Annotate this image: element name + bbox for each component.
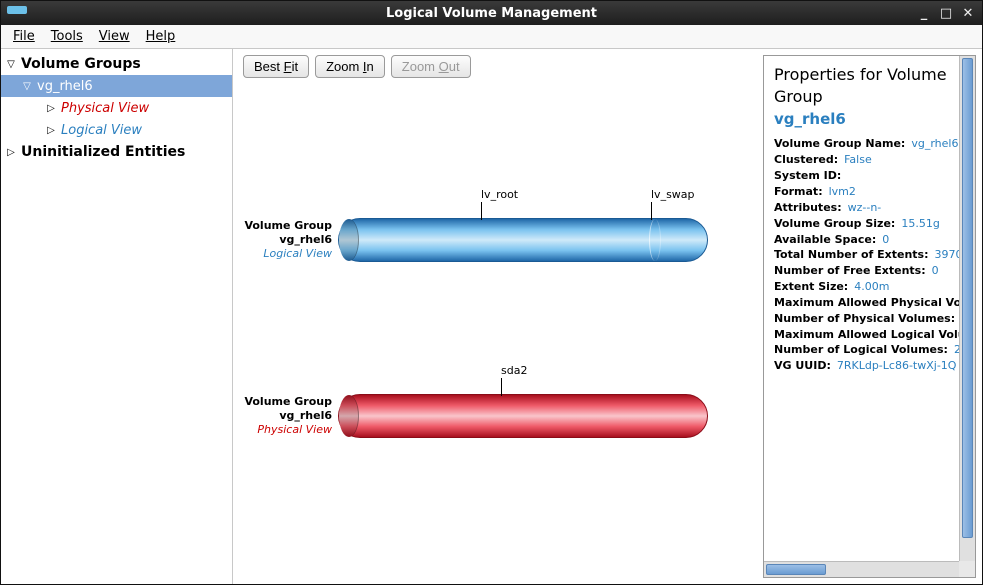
sidebar-tree: ▽ Volume Groups ▽ vg_rhel6 ▷ Physical Vi…: [1, 49, 233, 584]
segment-divider: [649, 219, 661, 261]
chevron-down-icon: ▽: [21, 80, 33, 92]
segment-label-sda2: sda2: [501, 364, 527, 377]
properties-panel: Properties for Volume Group vg_rhel6 Vol…: [763, 55, 976, 578]
properties-heading: Properties for Volume Group: [774, 64, 967, 107]
tree-physical-view[interactable]: ▷ Physical View: [1, 97, 232, 119]
prop-row: Available Space:0: [774, 233, 967, 248]
cylinder-physical[interactable]: [338, 394, 708, 438]
menu-view[interactable]: View: [93, 27, 136, 46]
best-fit-button[interactable]: Best Fit: [243, 55, 309, 78]
prop-row: Maximum Allowed Logical Volumes:: [774, 328, 967, 343]
cylinder-cap-icon: [339, 219, 359, 261]
vg-physical-label: Volume Group vg_rhel6 Physical View: [243, 395, 338, 438]
prop-row: Clustered:False: [774, 153, 967, 168]
tree-label: Volume Groups: [21, 56, 141, 72]
menubar: File Tools View Help: [1, 25, 982, 49]
menu-help[interactable]: Help: [140, 27, 182, 46]
window-titlebar: Logical Volume Management _ □ ✕: [1, 1, 982, 25]
horizontal-scrollbar[interactable]: [764, 561, 959, 577]
prop-row: Maximum Allowed Physical Volumes:: [774, 296, 967, 311]
chevron-right-icon: ▷: [45, 102, 57, 114]
chevron-right-icon: ▷: [45, 124, 57, 136]
tree-volume-groups[interactable]: ▽ Volume Groups: [1, 53, 232, 75]
prop-row: Number of Logical Volumes:2: [774, 343, 967, 358]
zoom-out-button: Zoom Out: [391, 55, 471, 78]
vg-logical-block: Volume Group vg_rhel6 Logical View: [243, 218, 708, 262]
prop-row: Volume Group Size:15.51g: [774, 217, 967, 232]
prop-row: Volume Group Name:vg_rhel6: [774, 137, 967, 152]
menu-file[interactable]: File: [7, 27, 41, 46]
chevron-right-icon: ▷: [5, 146, 17, 158]
scrollbar-corner: [959, 561, 975, 577]
prop-row: Format:lvm2: [774, 185, 967, 200]
segment-label-lvswap: lv_swap: [651, 188, 695, 201]
diagram-panel: Best Fit Zoom In Zoom Out Volume Group v…: [233, 49, 763, 584]
prop-row: System ID:: [774, 169, 967, 184]
tree-uninitialized[interactable]: ▷ Uninitialized Entities: [1, 141, 232, 163]
prop-row: Number of Physical Volumes:: [774, 312, 967, 327]
tree-logical-view[interactable]: ▷ Logical View: [1, 119, 232, 141]
prop-row: VG UUID:7RKLdp-Lc86-twXj-1Q: [774, 359, 967, 374]
tree-label: Physical View: [61, 101, 149, 116]
tree-label: Uninitialized Entities: [21, 144, 185, 160]
vg-logical-label: Volume Group vg_rhel6 Logical View: [243, 219, 338, 262]
tree-label: vg_rhel6: [37, 79, 93, 94]
prop-row: Extent Size:4.00m: [774, 280, 967, 295]
prop-row: Number of Free Extents:0: [774, 264, 967, 279]
menu-tools[interactable]: Tools: [45, 27, 89, 46]
vertical-scrollbar[interactable]: [959, 56, 975, 561]
properties-vg-name: vg_rhel6: [774, 109, 967, 129]
maximize-button[interactable]: □: [936, 4, 956, 22]
scrollbar-thumb[interactable]: [962, 58, 973, 538]
tree-label: Logical View: [61, 123, 142, 138]
window-controls: _ □ ✕: [914, 1, 978, 25]
cylinder-cap-icon: [339, 395, 359, 437]
vg-physical-block: Volume Group vg_rhel6 Physical View: [243, 394, 708, 438]
zoom-in-button[interactable]: Zoom In: [315, 55, 385, 78]
chevron-down-icon: ▽: [5, 58, 17, 70]
segment-label-lvroot: lv_root: [481, 188, 518, 201]
cylinder-logical[interactable]: [338, 218, 708, 262]
scrollbar-thumb[interactable]: [766, 564, 826, 575]
app-icon: [7, 6, 27, 14]
minimize-button[interactable]: _: [914, 4, 934, 22]
prop-row: Total Number of Extents:3970: [774, 248, 967, 263]
tree-vg-rhel6[interactable]: ▽ vg_rhel6: [1, 75, 232, 97]
close-button[interactable]: ✕: [958, 4, 978, 22]
window-title: Logical Volume Management: [386, 6, 597, 21]
prop-row: Attributes:wz--n-: [774, 201, 967, 216]
zoom-toolbar: Best Fit Zoom In Zoom Out: [243, 55, 757, 78]
